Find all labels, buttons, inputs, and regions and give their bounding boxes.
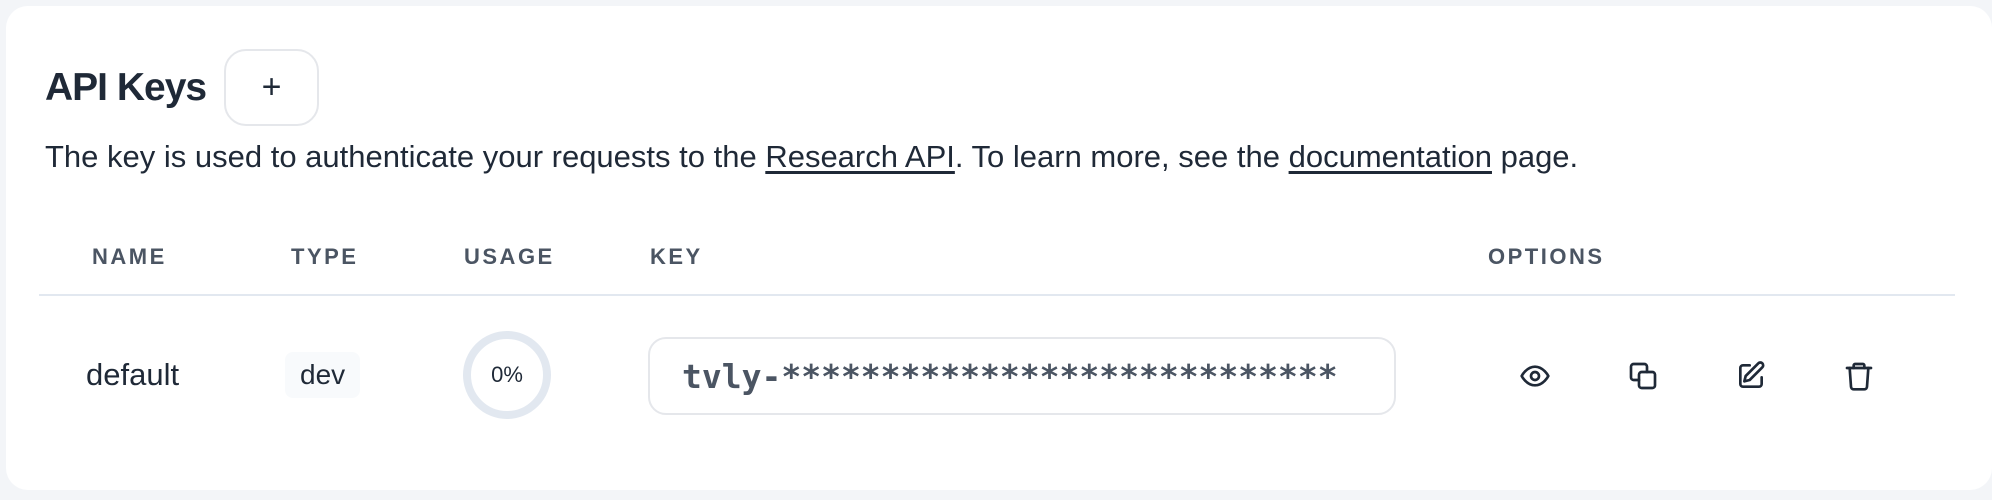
- description: The key is used to authenticate your req…: [45, 139, 1578, 175]
- key-name: default: [86, 357, 180, 392]
- column-header-key: KEY: [650, 244, 703, 269]
- description-middle: . To learn more, see the: [954, 139, 1289, 174]
- add-key-button[interactable]: +: [224, 49, 320, 126]
- usage-progress-ring: 0%: [461, 329, 553, 421]
- delete-key-button[interactable]: [1839, 356, 1879, 396]
- column-header-usage: USAGE: [464, 244, 555, 269]
- description-prefix: The key is used to authenticate your req…: [45, 139, 766, 174]
- column-header-type: TYPE: [291, 244, 359, 269]
- copy-icon: [1629, 362, 1657, 390]
- edit-key-button[interactable]: [1731, 356, 1771, 396]
- documentation-link[interactable]: documentation: [1289, 139, 1492, 174]
- header: API Keys +: [45, 49, 320, 126]
- page-title: API Keys: [45, 65, 207, 109]
- usage-percent: 0%: [491, 362, 523, 387]
- view-key-button[interactable]: [1515, 356, 1555, 396]
- api-key-value: tvly-****************************: [682, 357, 1338, 396]
- api-key-field[interactable]: tvly-****************************: [648, 337, 1396, 415]
- table-divider: [39, 294, 1955, 296]
- type-badge: dev: [285, 352, 361, 398]
- description-suffix: page.: [1491, 139, 1579, 174]
- eye-icon: [1520, 365, 1550, 387]
- copy-key-button[interactable]: [1623, 356, 1663, 396]
- trash-icon: [1845, 362, 1873, 391]
- column-header-options: OPTIONS: [1488, 244, 1605, 269]
- edit-icon: [1739, 361, 1765, 388]
- column-header-name: NAME: [92, 244, 167, 269]
- research-api-link[interactable]: Research API: [765, 139, 955, 174]
